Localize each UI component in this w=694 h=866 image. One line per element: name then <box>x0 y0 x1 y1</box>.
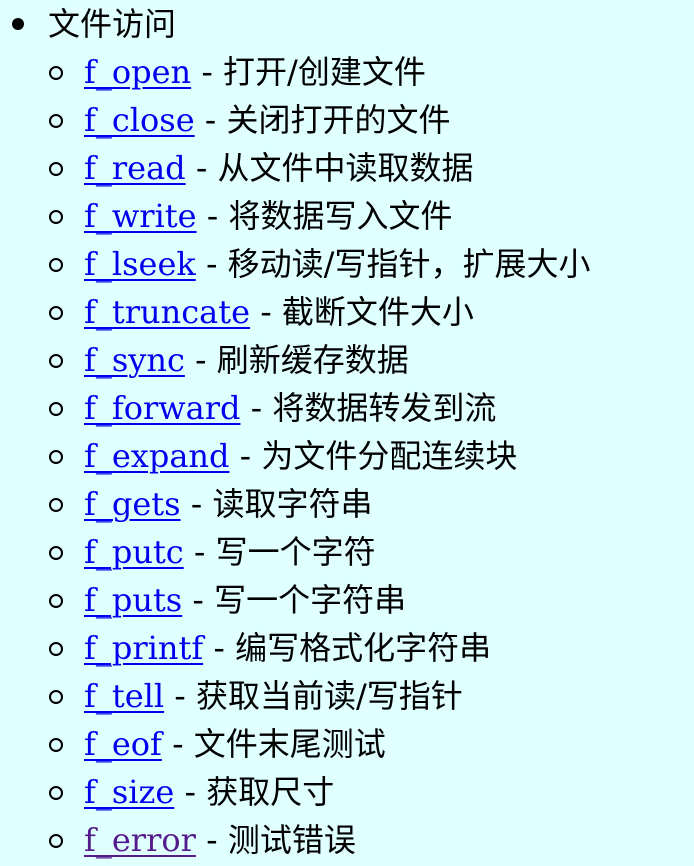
link-f-size[interactable]: f_size <box>84 773 174 811</box>
link-f-open[interactable]: f_open <box>84 53 191 91</box>
link-f-forward[interactable]: f_forward <box>84 389 241 427</box>
separator: - <box>213 629 236 667</box>
link-f-lseek[interactable]: f_lseek <box>84 245 196 283</box>
separator: - <box>206 821 228 859</box>
link-f-putc[interactable]: f_putc <box>84 533 184 571</box>
link-f-tell[interactable]: f_tell <box>84 677 164 715</box>
separator: - <box>192 581 215 619</box>
circle-bullet-icon <box>49 354 63 368</box>
circle-bullet-icon <box>49 258 63 272</box>
separator: - <box>193 533 216 571</box>
function-description: 将数据转发到流 <box>272 389 497 427</box>
function-list-item-f-tell: f_tell - 获取当前读/写指针 <box>0 672 694 720</box>
link-f-gets[interactable]: f_gets <box>84 485 181 523</box>
link-f-printf[interactable]: f_printf <box>84 629 203 667</box>
circle-bullet-icon <box>49 402 63 416</box>
function-description: 编写格式化字符串 <box>235 629 492 667</box>
function-list-item-f-truncate: f_truncate - 截断文件大小 <box>0 288 694 336</box>
link-f-sync[interactable]: f_sync <box>84 341 185 379</box>
function-list-item-f-forward: f_forward - 将数据转发到流 <box>0 384 694 432</box>
link-f-truncate[interactable]: f_truncate <box>84 293 250 331</box>
link-f-eof[interactable]: f_eof <box>84 725 162 763</box>
function-list: f_open - 打开/创建文件 f_close - 关闭打开的文件 f_rea… <box>0 48 694 864</box>
function-list-item-f-read: f_read - 从文件中读取数据 <box>0 144 694 192</box>
function-description: 从文件中读取数据 <box>217 149 474 187</box>
circle-bullet-icon <box>49 162 63 176</box>
circle-bullet-icon <box>49 834 63 848</box>
function-list-item-f-write: f_write - 将数据写入文件 <box>0 192 694 240</box>
circle-bullet-icon <box>49 594 63 608</box>
function-list-item-f-lseek: f_lseek - 移动读/写指针，扩展大小 <box>0 240 694 288</box>
separator: - <box>206 197 229 235</box>
function-description: 刷新缓存数据 <box>216 341 409 379</box>
function-description: 获取尺寸 <box>206 773 335 811</box>
link-f-close[interactable]: f_close <box>84 101 195 139</box>
function-category-list: 文件访问 f_open - 打开/创建文件 f_close - 关闭打开的文件 … <box>0 0 694 864</box>
function-list-item-f-eof: f_eof - 文件末尾测试 <box>0 720 694 768</box>
separator: - <box>205 245 228 283</box>
function-list-item-f-close: f_close - 关闭打开的文件 <box>0 96 694 144</box>
function-list-item-f-size: f_size - 获取尺寸 <box>0 768 694 816</box>
separator: - <box>260 293 282 331</box>
function-description: 写一个字符串 <box>214 581 407 619</box>
function-description: 文件末尾测试 <box>193 725 386 763</box>
link-f-error[interactable]: f_error <box>84 821 196 859</box>
circle-bullet-icon <box>49 66 63 80</box>
separator: - <box>172 725 194 763</box>
link-f-write[interactable]: f_write <box>84 197 197 235</box>
function-list-item-f-printf: f_printf - 编写格式化字符串 <box>0 624 694 672</box>
function-description: 截断文件大小 <box>281 293 474 331</box>
circle-bullet-icon <box>49 642 63 656</box>
circle-bullet-icon <box>49 738 63 752</box>
circle-bullet-icon <box>49 786 63 800</box>
function-description: 将数据写入文件 <box>228 197 453 235</box>
document-page: 文件访问 f_open - 打开/创建文件 f_close - 关闭打开的文件 … <box>0 0 694 866</box>
function-list-item-f-error: f_error - 测试错误 <box>0 816 694 864</box>
category-row: 文件访问 <box>0 0 694 48</box>
category-file-access: 文件访问 f_open - 打开/创建文件 f_close - 关闭打开的文件 … <box>0 0 694 864</box>
separator: - <box>174 677 196 715</box>
separator: - <box>190 485 213 523</box>
separator: - <box>239 437 262 475</box>
function-description: 测试错误 <box>227 821 356 859</box>
link-f-expand[interactable]: f_expand <box>84 437 229 475</box>
disc-bullet-icon <box>12 18 24 30</box>
function-description: 打开/创建文件 <box>223 53 426 91</box>
separator: - <box>201 53 224 91</box>
function-description: 为文件分配连续块 <box>261 437 518 475</box>
circle-bullet-icon <box>49 498 63 512</box>
category-title: 文件访问 <box>48 5 177 43</box>
circle-bullet-icon <box>49 114 63 128</box>
separator: - <box>250 389 273 427</box>
separator: - <box>195 341 217 379</box>
function-list-item-f-putc: f_putc - 写一个字符 <box>0 528 694 576</box>
function-list-item-f-sync: f_sync - 刷新缓存数据 <box>0 336 694 384</box>
function-description: 写一个字符 <box>215 533 376 571</box>
link-f-puts[interactable]: f_puts <box>84 581 182 619</box>
separator: - <box>204 101 227 139</box>
function-description: 读取字符串 <box>212 485 373 523</box>
function-description: 关闭打开的文件 <box>226 101 451 139</box>
circle-bullet-icon <box>49 546 63 560</box>
function-description: 移动读/写指针，扩展大小 <box>227 245 591 283</box>
link-f-read[interactable]: f_read <box>84 149 186 187</box>
separator: - <box>195 149 218 187</box>
circle-bullet-icon <box>49 450 63 464</box>
circle-bullet-icon <box>49 210 63 224</box>
separator: - <box>184 773 207 811</box>
function-list-item-f-gets: f_gets - 读取字符串 <box>0 480 694 528</box>
function-list-item-f-open: f_open - 打开/创建文件 <box>0 48 694 96</box>
function-description: 获取当前读/写指针 <box>196 677 463 715</box>
circle-bullet-icon <box>49 306 63 320</box>
function-list-item-f-puts: f_puts - 写一个字符串 <box>0 576 694 624</box>
function-list-item-f-expand: f_expand - 为文件分配连续块 <box>0 432 694 480</box>
circle-bullet-icon <box>49 690 63 704</box>
